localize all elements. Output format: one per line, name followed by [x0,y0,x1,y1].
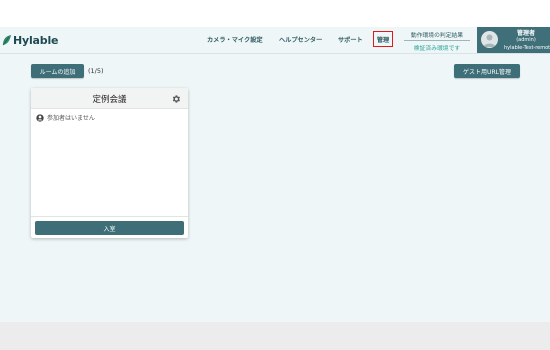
logo-leaf-icon [2,35,11,46]
guest-url-button-label: ゲスト用URL管理 [463,68,511,76]
enter-room-button[interactable]: 入室 [35,221,184,235]
logo-text: Hylable [13,33,59,47]
environment-check-status: 検証済み環境です [413,46,461,52]
gear-icon[interactable] [171,94,181,104]
hylable-logo[interactable]: Hylable [2,33,58,47]
guest-url-management-button[interactable]: ゲスト用URL管理 [454,64,520,78]
footer-band [0,322,550,350]
add-room-button[interactable]: ルームの追加 [31,64,84,78]
participants-status: 参加者はいません [36,113,95,122]
room-card: 定例会議 参加者はいません 入室 [31,88,188,238]
nav-camera-mic-settings[interactable]: カメラ・マイク設定 [207,35,263,44]
environment-check[interactable]: 動作環境の判定結果 検証済み環境です [404,30,470,52]
room-title: 定例会議 [92,95,127,105]
user-role: (admin) [516,37,536,43]
card-divider [31,216,188,217]
nav-support[interactable]: サポート [338,35,363,44]
user-avatar-icon [483,34,496,47]
add-room-button-label: ルームの追加 [39,68,76,76]
participants-text: 参加者はいません [47,115,95,122]
room-count: (1/5) [88,67,104,75]
user-name: 管理者 [516,30,535,37]
environment-check-title: 動作環境の判定結果 [404,30,470,41]
nav-help-center[interactable]: ヘルプセンター [279,35,322,44]
user-id: hylable-Test-remot [504,45,550,51]
enter-room-button-label: 入室 [103,225,116,233]
avatar [481,31,498,48]
nav-admin[interactable]: 管理 [373,31,393,47]
nav-admin-label: 管理 [376,36,390,44]
user-menu[interactable]: 管理者 (admin) hylable-Test-remot [477,27,550,53]
person-circle-icon [36,113,44,122]
